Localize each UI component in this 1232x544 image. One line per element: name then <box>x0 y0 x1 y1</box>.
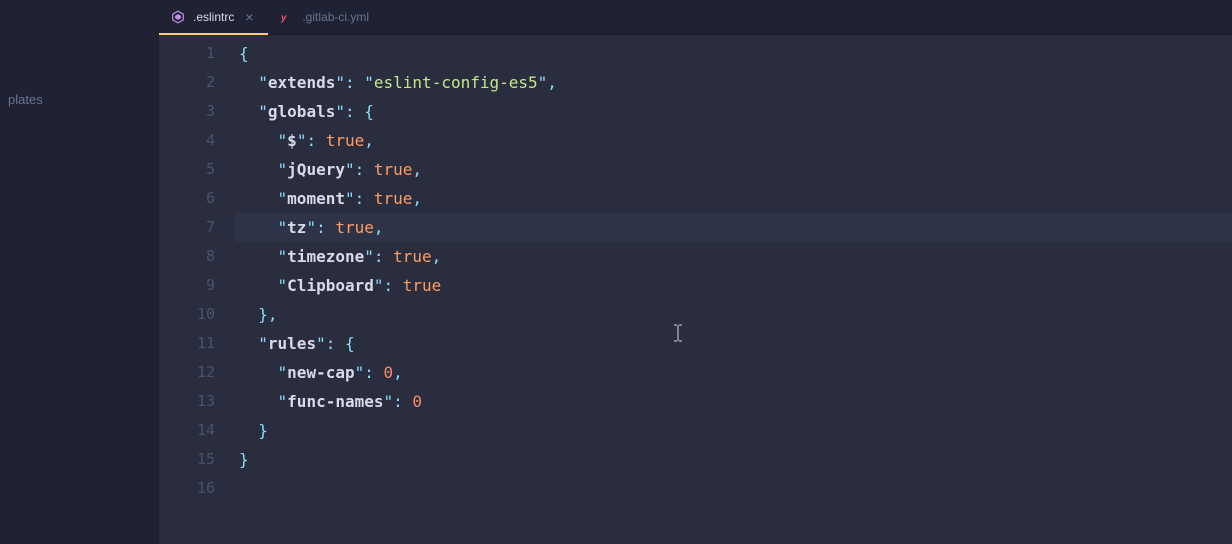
line-number: 13 <box>159 387 215 416</box>
sidebar-item-templates[interactable]: plates <box>0 88 159 111</box>
eslint-icon <box>171 10 185 24</box>
line-number: 4 <box>159 126 215 155</box>
code-line: "func-names": 0 <box>235 387 1232 416</box>
tab-label: .eslintrc <box>193 10 234 24</box>
code-area[interactable]: { "extends": "eslint-config-es5", "globa… <box>235 35 1232 544</box>
line-number: 14 <box>159 416 215 445</box>
line-number: 9 <box>159 271 215 300</box>
line-number: 2 <box>159 68 215 97</box>
code-line: "jQuery": true, <box>235 155 1232 184</box>
code-line: "extends": "eslint-config-es5", <box>235 68 1232 97</box>
line-gutter: 1 2 3 4 5 6 7 8 9 10 11 12 13 14 15 16 <box>159 35 235 544</box>
code-line: "globals": { <box>235 97 1232 126</box>
code-editor[interactable]: 1 2 3 4 5 6 7 8 9 10 11 12 13 14 15 16 {… <box>159 35 1232 544</box>
line-number: 6 <box>159 184 215 213</box>
svg-text:y: y <box>281 13 288 23</box>
line-number: 15 <box>159 445 215 474</box>
tab-gitlab-ci[interactable]: y .gitlab-ci.yml <box>268 0 381 34</box>
line-number: 12 <box>159 358 215 387</box>
editor-pane: .eslintrc × y .gitlab-ci.yml 1 2 3 4 5 6… <box>159 0 1232 544</box>
tab-eslintrc[interactable]: .eslintrc × <box>159 0 268 34</box>
code-line: } <box>235 416 1232 445</box>
line-number: 7 <box>159 213 215 242</box>
code-line: "timezone": true, <box>235 242 1232 271</box>
line-number: 16 <box>159 474 215 503</box>
yaml-icon: y <box>280 10 294 24</box>
code-line: "$": true, <box>235 126 1232 155</box>
line-number: 3 <box>159 97 215 126</box>
code-line: "rules": { <box>235 329 1232 358</box>
code-line: "Clipboard": true <box>235 271 1232 300</box>
close-icon[interactable]: × <box>242 9 256 25</box>
code-line: }, <box>235 300 1232 329</box>
code-line: "moment": true, <box>235 184 1232 213</box>
tab-bar: .eslintrc × y .gitlab-ci.yml <box>159 0 1232 35</box>
line-number: 8 <box>159 242 215 271</box>
code-line <box>235 474 1232 503</box>
line-number: 10 <box>159 300 215 329</box>
sidebar: plates <box>0 0 159 544</box>
line-number: 11 <box>159 329 215 358</box>
line-number: 1 <box>159 39 215 68</box>
line-number: 5 <box>159 155 215 184</box>
code-line: "tz": true, <box>235 213 1232 242</box>
code-line: { <box>235 39 1232 68</box>
code-line: } <box>235 445 1232 474</box>
tab-label: .gitlab-ci.yml <box>302 10 369 24</box>
code-line: "new-cap": 0, <box>235 358 1232 387</box>
